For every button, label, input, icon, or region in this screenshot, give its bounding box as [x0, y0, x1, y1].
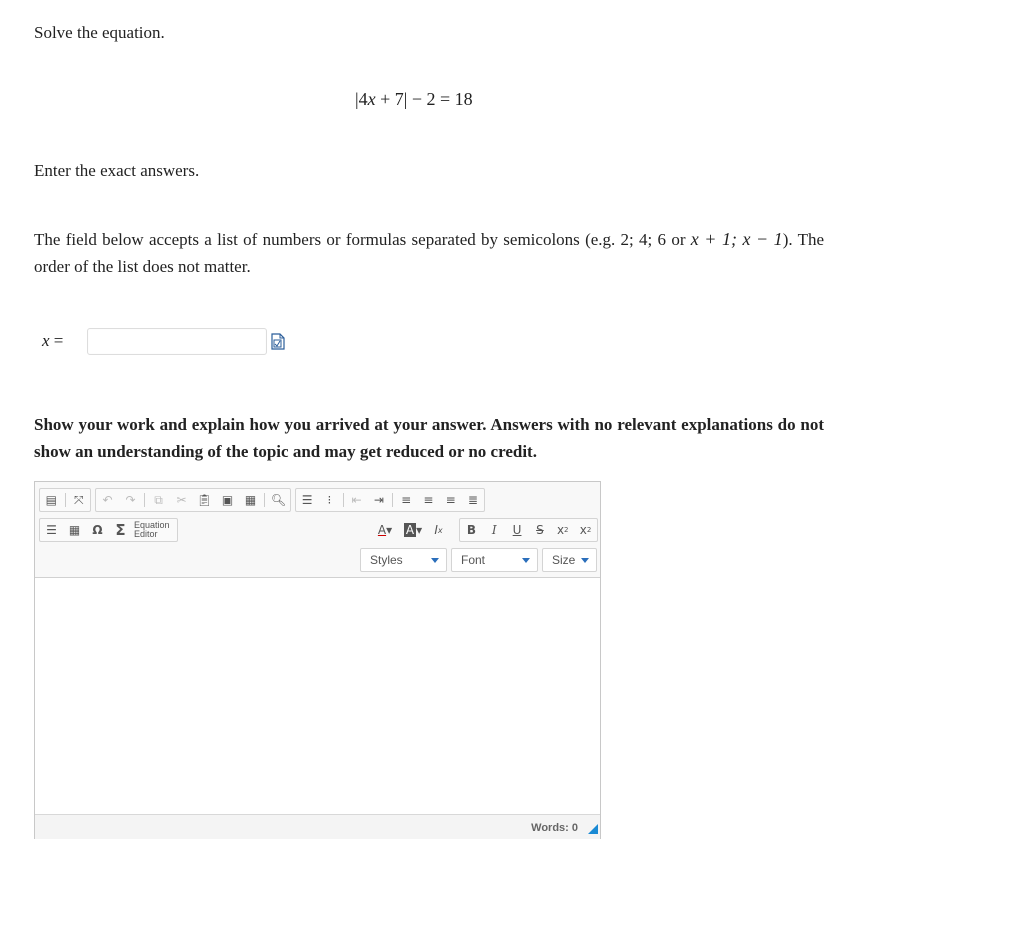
chevron-down-icon [431, 558, 439, 563]
indent-icon[interactable]: ⇥ [368, 489, 390, 511]
instructions-text: The field below accepts a list of number… [34, 226, 824, 280]
redo-icon[interactable]: ↷ [119, 489, 142, 511]
outdent-icon[interactable]: ⇤ [346, 489, 368, 511]
rich-text-editor: ▤ ⤧ ↶ ↷ ⧉ ✂ 📋︎ ▣ ▦ 🔍︎ ☰ ⁝ ⇤ ⇥ ≡ ≡ ≡ ≣ ☰ … [34, 481, 601, 839]
prompt-text: Solve the equation. [34, 23, 165, 42]
show-work-text: Show your work and explain how you arriv… [34, 415, 824, 461]
bg-color-icon[interactable]: A ▾ [399, 519, 427, 541]
word-count: Words: 0 [531, 822, 578, 834]
toolbar-group-clipboard: ↶ ↷ ⧉ ✂ 📋︎ ▣ ▦ 🔍︎ [95, 488, 291, 512]
align-right-icon[interactable]: ≡ [440, 489, 462, 511]
strike-button[interactable]: S [528, 519, 551, 541]
paste-text-icon[interactable]: ▣ [216, 489, 239, 511]
italic-button[interactable]: I [483, 519, 506, 541]
equation: |4x + 7| − 2 = 18 [355, 89, 473, 109]
special-char-icon[interactable]: Ω [86, 519, 109, 541]
text-color-icon[interactable]: A ▾ [371, 519, 399, 541]
answer-label: x = [42, 331, 64, 350]
editor-toolbar: ▤ ⤧ ↶ ↷ ⧉ ✂ 📋︎ ▣ ▦ 🔍︎ ☰ ⁝ ⇤ ⇥ ≡ ≡ ≡ ≣ ☰ … [35, 482, 600, 578]
toolbar-group-basicstyles: B I U S x2 x2 [459, 518, 598, 542]
justify-icon[interactable]: ≣ [462, 489, 484, 511]
find-icon[interactable]: 🔍︎ [267, 489, 290, 511]
chevron-down-icon [581, 558, 589, 563]
instructions-line1: The field below accepts a list of number… [34, 230, 686, 249]
font-dropdown[interactable]: Font [451, 548, 538, 572]
font-label: Font [461, 553, 486, 567]
styles-label: Styles [370, 553, 403, 567]
align-center-icon[interactable]: ≡ [417, 489, 439, 511]
equation-icon[interactable]: Σ [109, 519, 132, 541]
formula-editor-icon[interactable] [271, 333, 285, 350]
equation-editor-label-2: Editor [134, 529, 158, 539]
superscript-icon[interactable]: x2 [574, 519, 597, 541]
align-left-icon[interactable]: ≡ [395, 489, 417, 511]
subscript-icon[interactable]: x2 [551, 519, 574, 541]
toolbar-group-document: ▤ ⤧ [39, 488, 91, 512]
table-icon[interactable]: ▦ [63, 519, 86, 541]
maximize-icon[interactable]: ⤧ [68, 489, 91, 511]
editor-status-bar: Words: 0 [35, 814, 600, 839]
source-icon[interactable]: ▤ [40, 489, 63, 511]
horizontal-rule-icon[interactable]: ☰ [40, 519, 63, 541]
bold-button[interactable]: B [460, 519, 483, 541]
paste-word-icon[interactable]: ▦ [239, 489, 262, 511]
underline-button[interactable]: U [506, 519, 529, 541]
chevron-down-icon [522, 558, 530, 563]
toolbar-group-colors: A ▾ A ▾ Ix [371, 518, 454, 542]
remove-format-icon[interactable]: Ix [427, 519, 450, 541]
bulleted-list-icon[interactable]: ⁝ [318, 489, 340, 511]
copy-icon[interactable]: ⧉ [147, 489, 170, 511]
equation-editor-button[interactable]: Equation Editor [132, 521, 170, 539]
styles-dropdown[interactable]: Styles [360, 548, 447, 572]
enter-exact-text: Enter the exact answers. [34, 161, 200, 180]
editor-content-area[interactable] [35, 578, 600, 814]
size-dropdown[interactable]: Size [542, 548, 597, 572]
numbered-list-icon[interactable]: ☰ [296, 489, 318, 511]
answer-input[interactable] [87, 328, 267, 355]
toolbar-group-paragraph: ☰ ⁝ ⇤ ⇥ ≡ ≡ ≡ ≣ [295, 488, 485, 512]
toolbar-group-insert: ☰ ▦ Ω Σ Equation Editor [39, 518, 178, 542]
cut-icon[interactable]: ✂ [170, 489, 193, 511]
instructions-math: x + 1; x − 1 [690, 229, 783, 249]
paste-icon[interactable]: 📋︎ [193, 489, 216, 511]
undo-icon[interactable]: ↶ [96, 489, 119, 511]
resize-handle-icon[interactable] [588, 824, 598, 834]
size-label: Size [552, 553, 576, 567]
